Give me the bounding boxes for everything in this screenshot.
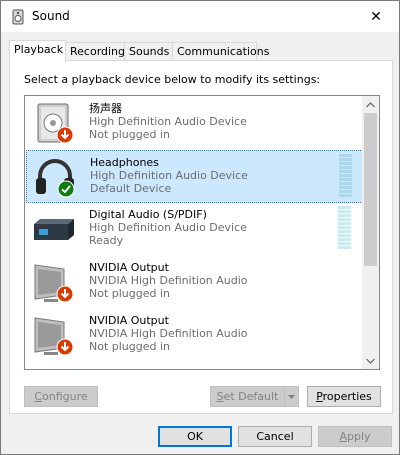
vertical-scrollbar[interactable] <box>362 96 379 369</box>
sound-dialog: Sound ✕ Playback Recording Sounds Commun… <box>0 0 400 455</box>
device-item[interactable]: 扬声器 High Definition Audio Device Not plu… <box>26 97 363 150</box>
scrollbar-thumb[interactable] <box>364 113 377 266</box>
digital-audio-icon <box>32 208 76 252</box>
device-status: Default Device <box>90 182 172 195</box>
close-button[interactable]: ✕ <box>353 1 399 32</box>
chevron-down-icon <box>288 394 295 399</box>
device-name: NVIDIA Output <box>89 314 169 327</box>
title-bar: Sound ✕ <box>1 1 399 32</box>
device-driver: High Definition Audio Device <box>90 169 248 182</box>
configure-button[interactable]: Configure <box>24 386 98 407</box>
tab-recording[interactable]: Recording <box>65 42 125 61</box>
device-name: Digital Audio (S/PDIF) <box>89 208 207 221</box>
device-item-selected[interactable]: Headphones High Definition Audio Device … <box>26 150 363 203</box>
chevron-down-icon <box>366 358 375 364</box>
device-status: Not plugged in <box>89 128 171 141</box>
tab-sounds[interactable]: Sounds <box>124 42 173 61</box>
device-item[interactable]: NVIDIA Output NVIDIA High Definition Aud… <box>26 309 363 362</box>
device-name: NVIDIA Output <box>89 261 169 274</box>
device-status: Not plugged in <box>89 340 171 353</box>
device-driver: NVIDIA High Definition Audio <box>89 274 248 287</box>
device-name: Headphones <box>90 156 159 169</box>
device-item[interactable]: NVIDIA Output NVIDIA High Definition Aud… <box>26 256 363 309</box>
window-title: Sound <box>32 9 70 23</box>
ok-button[interactable]: OK <box>158 426 232 447</box>
set-default-button[interactable]: Set Default <box>210 386 285 407</box>
tab-playback[interactable]: Playback <box>9 40 66 62</box>
device-status: Not plugged in <box>89 287 171 300</box>
device-driver: High Definition Audio Device <box>89 115 247 128</box>
properties-button[interactable]: Properties <box>307 386 381 407</box>
device-item[interactable]: Digital Audio (S/PDIF) High Definition A… <box>26 203 363 256</box>
sound-app-icon <box>10 9 26 25</box>
set-default-dropdown-button[interactable] <box>284 386 299 407</box>
headphones-icon <box>33 156 77 200</box>
apply-button[interactable]: Apply <box>318 426 392 447</box>
monitor-icon <box>32 261 76 305</box>
device-status: Ready <box>89 234 124 247</box>
monitor-icon <box>32 314 76 358</box>
volume-level-meter <box>338 206 351 252</box>
volume-level-meter <box>339 154 352 200</box>
speaker-icon <box>32 102 76 146</box>
device-driver: High Definition Audio Device <box>89 221 247 234</box>
not-plugged-badge-icon <box>56 338 74 356</box>
close-icon: ✕ <box>370 8 382 25</box>
device-list[interactable]: 扬声器 High Definition Audio Device Not plu… <box>24 95 380 370</box>
default-check-badge-icon <box>57 180 75 198</box>
tab-communications[interactable]: Communications <box>172 42 269 61</box>
device-driver: NVIDIA High Definition Audio <box>89 327 248 340</box>
scroll-up-button[interactable] <box>362 96 379 113</box>
cancel-button[interactable]: Cancel <box>238 426 312 447</box>
not-plugged-badge-icon <box>56 126 74 144</box>
not-plugged-badge-icon <box>56 285 74 303</box>
chevron-up-icon <box>366 101 375 107</box>
device-name: 扬声器 <box>89 102 122 115</box>
playback-panel: Select a playback device below to modify… <box>9 60 393 414</box>
instructions-text: Select a playback device below to modify… <box>24 73 321 86</box>
scroll-down-button[interactable] <box>362 352 379 369</box>
